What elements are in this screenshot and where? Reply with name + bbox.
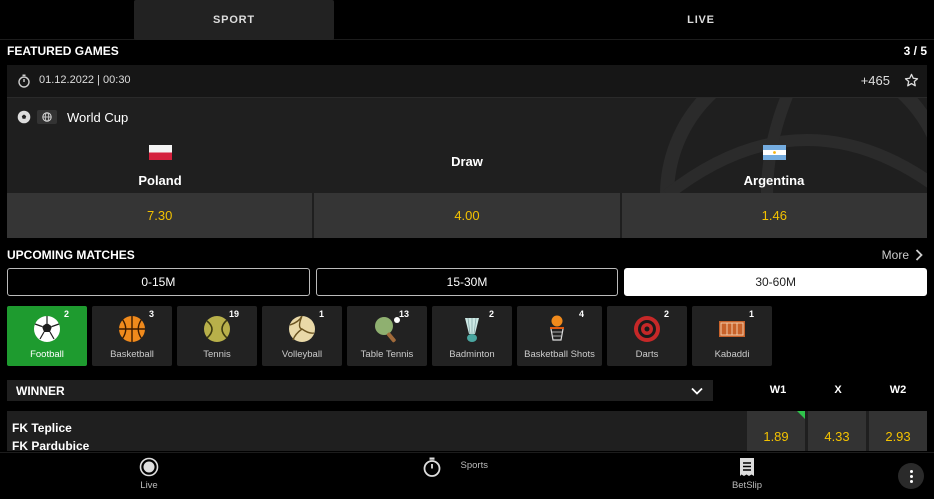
market-name: WINNER [16,384,65,398]
sport-label: Table Tennis [360,349,414,360]
sport-count: 3 [148,309,154,319]
top-nav: SPORT LIVE [0,0,934,40]
featured-meta-bar: 01.12.2022 | 00:30 +465 [7,65,927,98]
darts-icon [634,316,660,342]
tab-live[interactable]: LIVE [601,0,801,40]
featured-title: FEATURED GAMES [7,44,119,58]
match-row[interactable]: FK Teplice FK Pardubice 1.89 4.33 2.93 [7,411,927,453]
basketball-shots-icon [550,315,564,341]
live-icon [139,457,159,477]
sport-count: 1 [748,309,754,319]
favorite-star-icon[interactable] [904,73,919,88]
stopwatch-icon [423,457,441,477]
more-markets-count[interactable]: +465 [861,73,890,88]
league-name: World Cup [67,109,129,125]
sport-label: Volleyball [281,349,323,360]
sport-count: 1 [318,309,324,319]
sport-count: 2 [488,309,494,319]
col-w2: W2 [889,384,907,396]
volleyball-icon [289,315,315,342]
chevron-right-icon [915,249,923,261]
col-x: X [834,384,842,396]
home-team: Poland [80,145,240,188]
draw-label: Draw [451,154,483,169]
away-team-name: Argentina [743,173,805,188]
sport-count: 2 [663,309,669,319]
odd-x-button[interactable]: 4.33 [808,411,866,451]
basketball-icon [119,316,145,342]
odd-home-button[interactable]: 7.30 [7,193,313,238]
nav-sports-label: Sports [460,460,488,471]
globe-icon [37,110,57,124]
sport-count: 2 [63,309,69,319]
more-menu-icon[interactable] [898,463,924,489]
featured-header: FEATURED GAMES 3 / 5 [7,44,927,62]
kabaddi-icon [719,321,745,337]
odds-up-indicator-icon [797,411,805,419]
market-select[interactable]: WINNER [7,380,713,401]
odd-w2-value: 2.93 [885,429,911,444]
upcoming-title: UPCOMING MATCHES [7,248,135,262]
team1-name: FK Teplice [12,421,72,435]
chevron-down-icon [691,387,703,395]
tennis-icon [204,316,230,342]
sport-label: Kabaddi [714,349,750,360]
featured-game-card[interactable]: 01.12.2022 | 00:30 +465 World Cup Poland… [7,65,927,238]
col-w1: W1 [769,384,787,396]
odd-draw-button[interactable]: 4.00 [314,193,620,238]
nav-betslip[interactable]: BetSlip [707,457,787,491]
upcoming-header: UPCOMING MATCHES More [7,248,927,264]
odd-x-value: 4.33 [824,429,850,444]
argentina-flag-icon [762,145,786,160]
odd-w1-button[interactable]: 1.89 [747,411,805,451]
time-filter-30-60m[interactable]: 30-60M [624,268,928,296]
sport-label: Football [30,349,64,360]
away-team: Argentina [694,145,854,188]
stopwatch-icon [18,74,30,88]
sport-tile-tennis[interactable]: 19 Tennis [177,306,257,366]
sport-tile-kabaddi[interactable]: 1 Kabaddi [692,306,772,366]
sport-label: Darts [635,349,659,360]
nav-betslip-label: BetSlip [731,480,763,491]
sport-tile-table-tennis[interactable]: 13 Table Tennis [347,306,427,366]
table-tennis-icon [375,317,400,343]
sport-tile-basketball[interactable]: 3 Basketball [92,306,172,366]
sport-label: Basketball Shots [524,349,595,360]
sport-label: Basketball [110,349,154,360]
sport-label: Badminton [449,349,495,360]
sport-tile-darts[interactable]: 2 Darts [607,306,687,366]
bottom-nav: Live Sports BetSlip [0,452,934,499]
sport-tile-badminton[interactable]: 2 Badminton [432,306,512,366]
odd-away-button[interactable]: 1.46 [621,193,927,238]
featured-odds-row: 7.30 4.00 1.46 [7,193,927,238]
poland-flag-icon [148,145,172,160]
betslip-icon [740,458,754,476]
time-filter-15-30m[interactable]: 15-30M [315,268,619,296]
market-header: WINNER W1 X W2 [7,378,927,402]
sport-filter-row: 2 Football 3 Basketball 19 Tennis 1 Voll… [7,306,772,366]
nav-live-label: Live [140,480,158,491]
more-label: More [881,248,909,262]
sport-count: 4 [578,309,584,319]
time-filter-group: 0-15M 15-30M 30-60M [7,268,928,296]
nav-sports[interactable]: Sports [408,457,488,499]
time-filter-0-15m[interactable]: 0-15M [7,268,310,296]
sport-tile-volleyball[interactable]: 1 Volleyball [262,306,342,366]
football-icon [17,110,31,124]
league-row: World Cup [17,109,128,125]
odd-w1-value: 1.89 [763,429,789,444]
home-team-name: Poland [138,173,182,188]
match-date: 01.12.2022 | 00:30 [39,74,131,86]
sport-label: Tennis [203,349,231,360]
team2-name: FK Pardubice [12,439,90,453]
football-icon [34,316,60,342]
tab-sport[interactable]: SPORT [134,0,334,40]
more-link[interactable]: More [882,248,923,262]
nav-live[interactable]: Live [109,457,189,491]
badminton-icon [465,317,479,342]
sport-tile-basketball-shots[interactable]: 4 Basketball Shots [517,306,602,366]
odd-w2-button[interactable]: 2.93 [869,411,927,451]
sport-tile-football[interactable]: 2 Football [7,306,87,366]
featured-counter: 3 / 5 [903,44,927,58]
